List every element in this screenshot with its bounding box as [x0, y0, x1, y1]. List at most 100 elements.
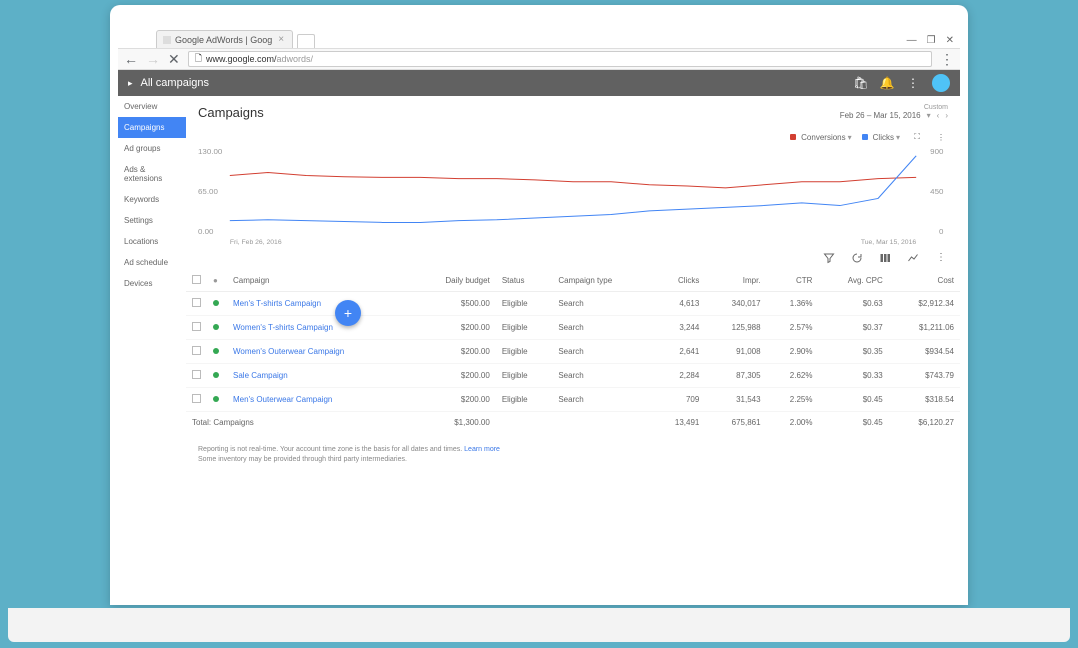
learn-more-link[interactable]: Learn more	[464, 446, 500, 453]
table-row: Women's Outerwear Campaign $200.00 Eligi…	[186, 340, 960, 364]
row-checkbox[interactable]	[192, 298, 201, 307]
cell-type: Search	[552, 388, 650, 412]
cell-impr: 87,305	[705, 364, 766, 388]
campaign-link[interactable]: Women's Outerwear Campaign	[233, 347, 344, 356]
cell-status: Eligible	[496, 364, 553, 388]
date-prev-icon[interactable]: ‹	[937, 111, 940, 120]
campaigns-table: ● CampaignDaily budgetStatusCampaign type…	[186, 270, 960, 433]
expand-chart-icon[interactable]: ⛶	[910, 132, 924, 142]
back-button[interactable]: ←	[124, 51, 138, 67]
sidebar-toggle-icon[interactable]: ▸	[128, 78, 133, 89]
sidebar-item-settings[interactable]: Settings	[118, 210, 186, 231]
date-next-icon[interactable]: ›	[945, 111, 948, 120]
svg-text:0.00: 0.00	[198, 227, 213, 235]
new-tab-button[interactable]	[297, 34, 315, 48]
sidebar-item-keywords[interactable]: Keywords	[118, 189, 186, 210]
reload-button[interactable]: ✕	[168, 51, 180, 68]
columns-icon[interactable]	[878, 252, 892, 264]
column-header[interactable]: Avg. CPC	[818, 270, 888, 292]
chart-menu-icon[interactable]: ⋮	[934, 133, 948, 142]
sidebar-item-locations[interactable]: Locations	[118, 231, 186, 252]
cell-budget: $200.00	[411, 388, 496, 412]
status-dot-icon	[213, 300, 219, 306]
footer-line2: Some inventory may be provided through t…	[198, 456, 407, 463]
url-host: www.google.com/	[206, 54, 277, 64]
date-range-picker[interactable]: Feb 26 – Mar 15, 2016	[840, 111, 921, 120]
column-header[interactable]: Campaign	[227, 270, 411, 292]
cell-status: Eligible	[496, 316, 553, 340]
cell-cost: $743.79	[889, 364, 960, 388]
address-bar[interactable]: 🗋 www.google.com/adwords/	[188, 51, 932, 67]
table-row: Sale Campaign $200.00 Eligible Search 2,…	[186, 364, 960, 388]
sidebar-item-overview[interactable]: Overview	[118, 96, 186, 117]
tab-close-icon[interactable]: ×	[276, 34, 286, 45]
cell-cpc: $0.35	[818, 340, 888, 364]
cell-clicks: 2,284	[651, 364, 706, 388]
cell-clicks: 4,613	[651, 292, 706, 316]
svg-text:900: 900	[930, 147, 943, 155]
bell-icon[interactable]: 🔔	[880, 76, 894, 90]
svg-text:Tue, Mar 15, 2016: Tue, Mar 15, 2016	[861, 239, 917, 246]
filter-icon[interactable]	[822, 252, 836, 264]
column-header[interactable]: Daily budget	[411, 270, 496, 292]
tab-title: Google AdWords | Goog	[175, 35, 272, 45]
cell-budget: $200.00	[411, 340, 496, 364]
cell-impr: 340,017	[705, 292, 766, 316]
column-header[interactable]: Cost	[889, 270, 960, 292]
chart-type-icon[interactable]	[906, 252, 920, 264]
status-dot-icon	[213, 372, 219, 378]
column-header[interactable]: Clicks	[651, 270, 706, 292]
refresh-icon[interactable]	[850, 252, 864, 264]
cell-status: Eligible	[496, 292, 553, 316]
column-header[interactable]: CTR	[767, 270, 819, 292]
legend-clicks[interactable]: Clicks ▾	[862, 133, 900, 142]
add-campaign-fab[interactable]: +	[335, 300, 361, 326]
sidebar-item-campaigns[interactable]: Campaigns	[118, 117, 186, 138]
status-dot-icon	[213, 396, 219, 402]
status-header-icon: ●	[213, 276, 218, 285]
window-minimize[interactable]: —	[907, 35, 917, 46]
column-header[interactable]: Status	[496, 270, 553, 292]
campaign-link[interactable]: Sale Campaign	[233, 371, 288, 380]
cell-cpc: $0.63	[818, 292, 888, 316]
column-header[interactable]: Campaign type	[552, 270, 650, 292]
table-row: Men's Outerwear Campaign $200.00 Eligibl…	[186, 388, 960, 412]
campaign-link[interactable]: Men's T-shirts Campaign	[233, 299, 321, 308]
svg-text:450: 450	[930, 187, 943, 195]
row-checkbox[interactable]	[192, 346, 201, 355]
campaign-link[interactable]: Men's Outerwear Campaign	[233, 395, 332, 404]
sidebar-item-ads-extensions[interactable]: Ads & extensions	[118, 159, 186, 189]
avatar[interactable]	[932, 74, 950, 92]
cell-type: Search	[552, 364, 650, 388]
cell-clicks: 709	[651, 388, 706, 412]
table-menu-icon[interactable]: ⋮	[934, 252, 948, 264]
row-checkbox[interactable]	[192, 370, 201, 379]
svg-text:130.00: 130.00	[198, 147, 222, 155]
cell-budget: $200.00	[411, 364, 496, 388]
select-all-checkbox[interactable]	[192, 275, 201, 284]
forward-button[interactable]: →	[146, 51, 160, 67]
table-row: Women's T-shirts Campaign $200.00 Eligib…	[186, 316, 960, 340]
cell-ctr: 2.57%	[767, 316, 819, 340]
row-checkbox[interactable]	[192, 394, 201, 403]
sidebar-item-ad-schedule[interactable]: Ad schedule	[118, 252, 186, 273]
url-path: adwords/	[277, 54, 314, 64]
cell-impr: 91,008	[705, 340, 766, 364]
browser-tab[interactable]: Google AdWords | Goog ×	[156, 30, 293, 48]
window-maximize[interactable]: ❐	[927, 35, 936, 46]
svg-text:65.00: 65.00	[198, 187, 218, 195]
row-checkbox[interactable]	[192, 322, 201, 331]
column-header[interactable]: ●	[207, 270, 227, 292]
column-header[interactable]: Impr.	[705, 270, 766, 292]
legend-conversions[interactable]: Conversions ▾	[790, 133, 851, 142]
sidebar-item-ad-groups[interactable]: Ad groups	[118, 138, 186, 159]
column-header[interactable]	[186, 270, 207, 292]
sidebar-item-devices[interactable]: Devices	[118, 273, 186, 294]
browser-menu-button[interactable]: ⋮	[940, 51, 954, 68]
campaign-link[interactable]: Women's T-shirts Campaign	[233, 323, 333, 332]
briefcase-icon[interactable]: 🛍	[854, 76, 868, 90]
cell-ctr: 2.62%	[767, 364, 819, 388]
window-close[interactable]: ✕	[946, 35, 954, 46]
date-dropdown-icon[interactable]: ▾	[927, 111, 931, 120]
app-menu-icon[interactable]: ⋮	[906, 76, 920, 90]
